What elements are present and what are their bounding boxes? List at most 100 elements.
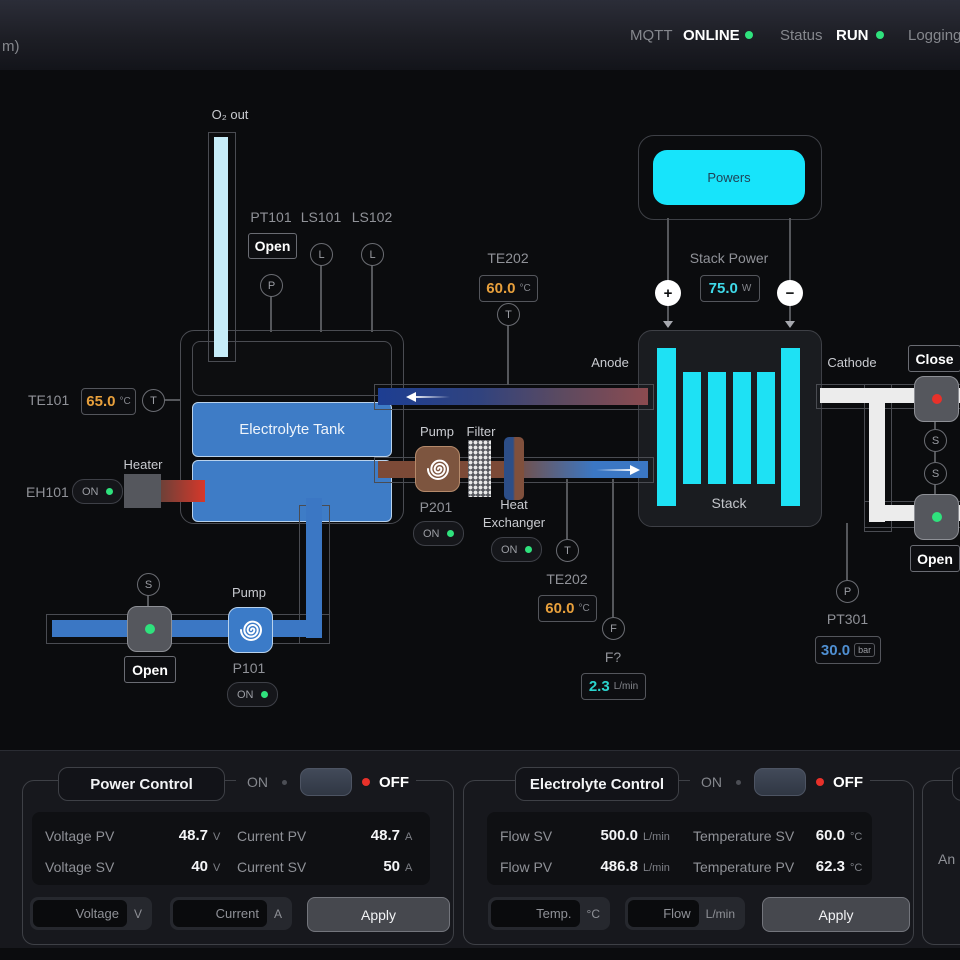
anode-label: Anode [588,355,632,370]
row-unit: L/min [643,862,670,874]
p101-tag: P101 [226,660,272,676]
power-apply-button[interactable]: Apply [307,897,450,932]
flow-arrow-left-icon [404,390,450,408]
voltage-input[interactable] [33,900,127,927]
row-label: Voltage SV [45,859,114,875]
temp-input-unit: °C [587,907,600,921]
electrolyte-control-toggle[interactable] [754,768,806,796]
temperature-sensor-icon: T [556,539,579,562]
toggle-sep-dot [282,780,287,785]
sensor-line [507,325,509,385]
minus-terminal-button[interactable]: − [777,280,803,306]
row-value: 60.0 [765,827,845,844]
heater-body [124,474,161,508]
status-run-dot [876,31,884,39]
solenoid-icon: S [924,462,947,485]
pt101-label: PT101 [246,209,296,225]
te202-top-unit: °C [519,283,530,294]
hx-state: ON [501,544,518,556]
cathode-label: Cathode [824,355,880,370]
pump-p201[interactable] [415,446,460,492]
level-sensor-icon: L [361,243,384,266]
mqtt-status-value: ONLINE [683,27,740,44]
flow-unit: L/min [614,681,638,692]
row-value: 486.8 [545,858,638,875]
pt301-unit: bar [854,643,875,657]
te202-bottom-unit: °C [578,603,589,614]
window-title-fragment: m) [2,38,20,55]
p201-on-pill[interactable]: ON [413,521,464,546]
on-dot [447,530,454,537]
cathode-valve-closed[interactable] [914,376,959,422]
pt101-open-button[interactable]: Open [248,233,297,259]
flow-input-chip: L/min [625,897,745,930]
current-input[interactable] [173,900,267,927]
off-label: OFF [833,774,863,791]
plus-terminal-button[interactable]: + [655,280,681,306]
pressure-sensor-icon: P [260,274,283,297]
top-bar: m) MQTT ONLINE Status RUN Logging [0,0,960,70]
flow-arrow-right-icon [596,463,642,481]
cathode-close-button[interactable]: Close [908,345,960,372]
o2-outlet-pipe [214,137,228,357]
power-control-toggle[interactable] [300,768,352,796]
on-label: ON [701,774,722,790]
sensor-line [846,523,848,580]
valve-closed-dot [932,394,942,404]
ls101-label: LS101 [296,209,346,225]
stack-power-label: Stack Power [689,250,769,266]
eh101-on-pill[interactable]: ON [72,479,123,504]
filter-label: Filter [461,424,501,439]
cathode-valve-open[interactable] [914,494,959,540]
electrolyte-apply-button[interactable]: Apply [762,897,910,932]
o2-out-label: O₂ out [203,107,257,122]
cathode-open-button[interactable]: Open [910,545,960,572]
pump-spiral-icon [236,615,266,645]
flow-input[interactable] [628,900,699,927]
row-value: 500.0 [545,827,638,844]
te202-bottom-value-box: 60.0 °C [538,595,597,622]
third-panel-text-fragment: An [938,851,955,867]
off-label: OFF [379,774,409,791]
temperature-sensor-icon: T [497,303,520,326]
pump-p101[interactable] [228,607,273,653]
stack-cell [733,372,751,484]
solenoid-icon: S [924,429,947,452]
electrolyte-control-title: Electrolyte Control [515,767,679,801]
power-line-positive [667,218,669,322]
sensor-line [371,265,373,332]
te101-unit: °C [119,396,130,407]
off-status-dot [816,778,824,786]
pressure-sensor-icon: P [836,580,859,603]
te202-bottom-label: TE202 [542,571,592,587]
heat-exchanger-label-2: Exchanger [478,515,550,530]
p101-on-pill[interactable]: ON [227,682,278,707]
hx-on-pill[interactable]: ON [491,537,542,562]
row-value: 50 [310,858,400,875]
p201-state: ON [423,528,440,540]
stack-plate [781,348,800,506]
pump201-label: Pump [414,424,460,439]
level-sensor-icon: L [310,243,333,266]
te202-top-label: TE202 [483,250,533,266]
voltage-input-unit: V [134,907,142,921]
pump101-label: Pump [226,585,272,600]
down-arrow-icon [663,321,673,328]
recirc-valve-open[interactable] [127,606,172,652]
mqtt-label: MQTT [630,27,673,44]
logging-label: Logging [908,27,960,44]
row-label: Current SV [237,859,306,875]
down-arrow-icon [785,321,795,328]
tank-liquid-level [192,460,392,522]
powers-button[interactable]: Powers [653,150,805,205]
valve-open-dot [932,512,942,522]
temp-input[interactable] [491,900,580,927]
third-panel-title-stub [952,767,960,801]
recirc-open-button[interactable]: Open [124,656,176,683]
stack-plate [657,348,676,506]
te202-top-value: 60.0 [486,280,515,297]
status-value: RUN [836,27,869,44]
power-line-negative [789,218,791,322]
temperature-sensor-icon: T [142,389,165,412]
eh101-label: EH101 [26,484,69,500]
